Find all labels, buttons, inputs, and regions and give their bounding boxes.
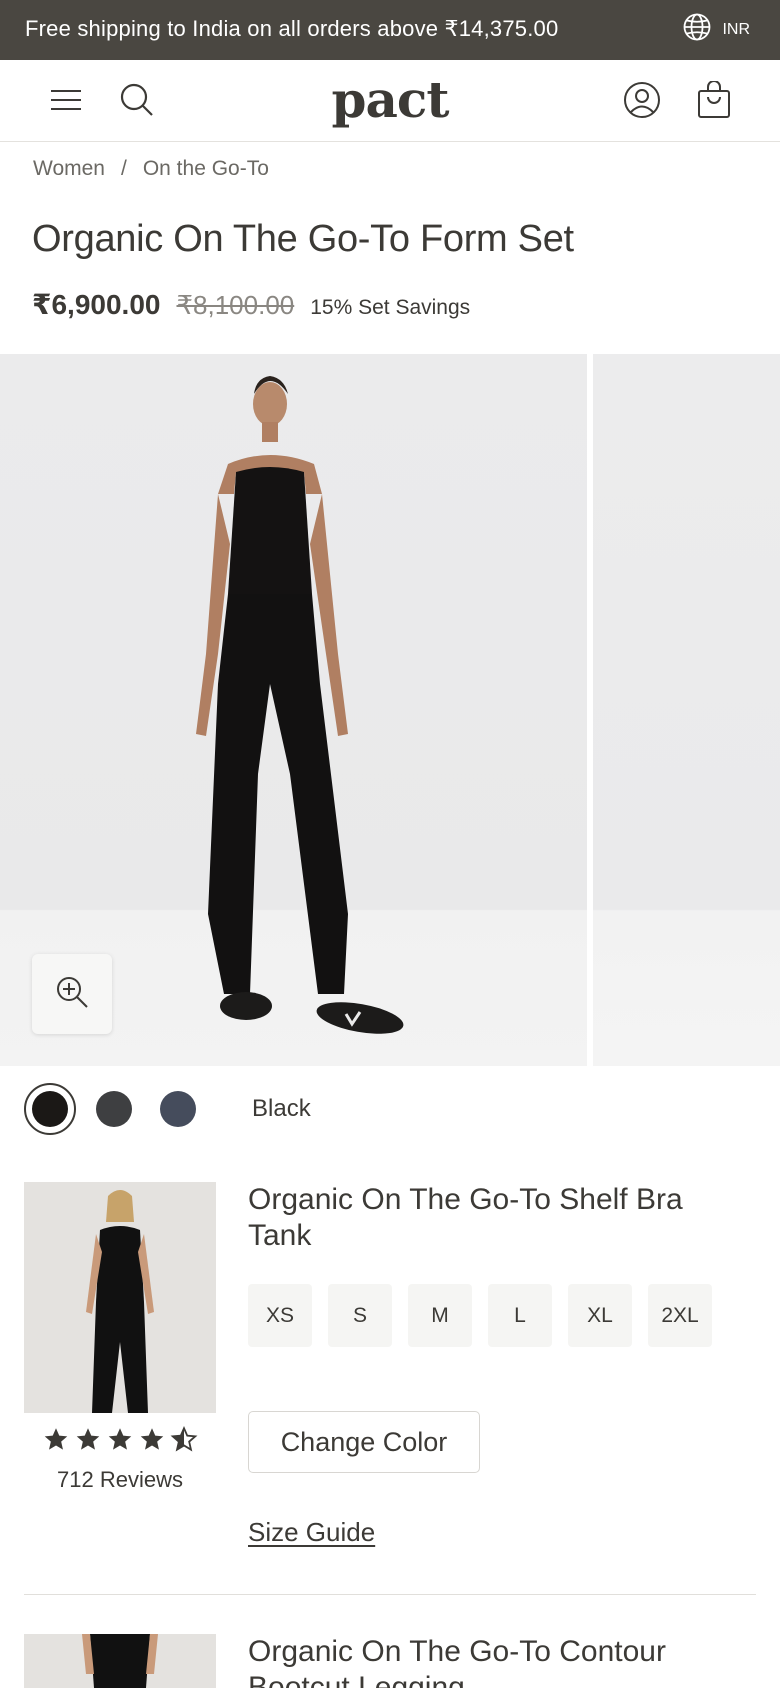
compare-price: ₹8,100.00: [176, 290, 295, 320]
size-guide-link[interactable]: Size Guide: [248, 1517, 375, 1548]
rating-stars: [42, 1426, 198, 1453]
set-item-name: Organic On The Go-To Shelf Bra Tank: [248, 1183, 683, 1252]
size-s[interactable]: S: [328, 1284, 392, 1347]
account-icon[interactable]: [622, 80, 662, 120]
size-m[interactable]: M: [408, 1284, 472, 1347]
swatch-charcoal[interactable]: [96, 1091, 132, 1127]
set-item-legging: Organic On The Go-To Contour Bootcut Leg…: [24, 1634, 756, 1688]
set-item-tank: Organic On The Go-To Shelf Bra Tank XS S…: [24, 1182, 756, 1582]
size-xl[interactable]: XL: [568, 1284, 632, 1347]
star-half-icon: [170, 1426, 198, 1452]
promo-text: Free shipping to India on all orders abo…: [25, 16, 559, 41]
color-swatches: Black: [24, 1082, 311, 1136]
bag-icon[interactable]: [694, 80, 734, 120]
breadcrumb-separator: /: [120, 157, 127, 180]
size-options: XS S M L XL 2XL: [248, 1284, 712, 1347]
zoom-in-icon: [54, 974, 90, 1015]
swatch-navy[interactable]: [160, 1091, 196, 1127]
site-header: pact: [0, 60, 780, 142]
star-icon: [140, 1428, 164, 1450]
item-divider: [24, 1594, 756, 1595]
globe-icon: [682, 12, 712, 47]
breadcrumb: Women / On the Go-To: [33, 157, 269, 181]
swatch-black[interactable]: [24, 1083, 76, 1135]
reviews-count[interactable]: 712 Reviews: [24, 1467, 216, 1493]
swatch-black-fill[interactable]: [32, 1091, 68, 1127]
star-icon: [76, 1428, 100, 1450]
currency-label: INR: [722, 20, 750, 38]
product-image-secondary[interactable]: [593, 354, 780, 1066]
size-l[interactable]: L: [488, 1284, 552, 1347]
star-icon: [108, 1428, 132, 1450]
set-item-image[interactable]: [24, 1634, 216, 1688]
breadcrumb-on-the-go-to[interactable]: On the Go-To: [143, 157, 269, 181]
brand-logo[interactable]: pact: [0, 70, 780, 129]
breadcrumb-women[interactable]: Women: [33, 157, 105, 181]
zoom-button[interactable]: [32, 954, 112, 1034]
set-savings: 15% Set Savings: [310, 296, 471, 319]
star-icon: [44, 1428, 68, 1450]
sale-price: ₹6,900.00: [32, 289, 161, 320]
change-color-button[interactable]: Change Color: [248, 1411, 480, 1473]
selected-color-label: Black: [252, 1095, 311, 1122]
product-title: Organic On The Go-To Form Set: [32, 218, 574, 260]
set-item-image[interactable]: [24, 1182, 216, 1413]
product-gallery[interactable]: [0, 354, 780, 1066]
size-2xl[interactable]: 2XL: [648, 1284, 712, 1347]
currency-selector[interactable]: INR: [682, 12, 750, 47]
price-row: ₹6,900.00 ₹8,100.00 15% Set Savings: [32, 288, 470, 321]
set-item-name: Organic On The Go-To Contour Bootcut Leg…: [248, 1635, 666, 1688]
promo-bar: Free shipping to India on all orders abo…: [0, 0, 780, 60]
size-xs[interactable]: XS: [248, 1284, 312, 1347]
